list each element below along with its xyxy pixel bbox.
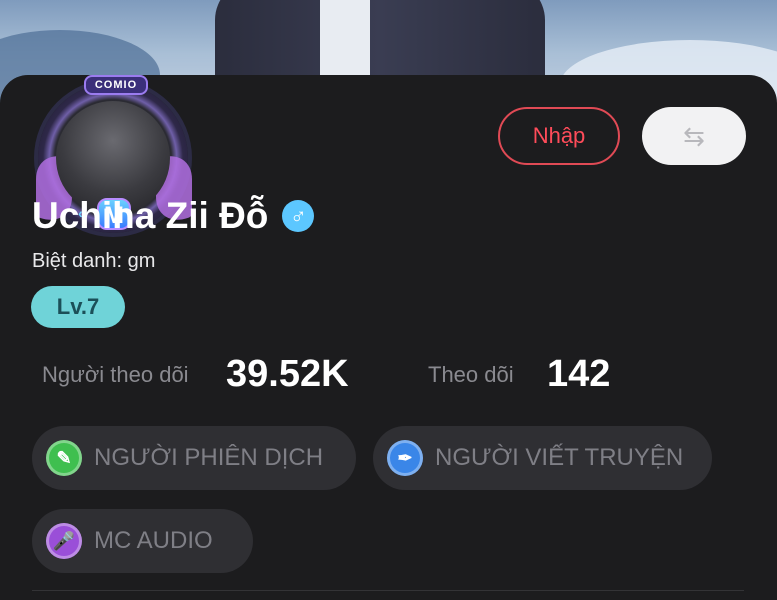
tag-translator[interactable]: ✎ NGƯỜI PHIÊN DỊCH [32, 426, 356, 490]
profile-nickname: Biệt danh: gm [32, 250, 156, 272]
profile-name-row: Uchiha Zii Đỗ ♂ [32, 195, 315, 237]
profile-name: Uchiha Zii Đỗ [32, 195, 269, 236]
following-label[interactable]: Theo dõi [428, 362, 514, 388]
profile-card: COMIO ‹‹ M Nhập ⇆ Uchiha Zii Đỗ ♂ Biệt d… [0, 75, 777, 600]
pen-nib-icon: ✒ [387, 440, 423, 476]
swap-button[interactable]: ⇆ [642, 107, 746, 165]
followers-label[interactable]: Người theo dõi [42, 362, 189, 388]
followers-count[interactable]: 39.52K [226, 353, 349, 396]
swap-icon: ⇆ [683, 121, 705, 151]
microphone-icon: 🎤 [46, 523, 82, 559]
tag-mc-audio[interactable]: 🎤 MC AUDIO [32, 509, 253, 573]
tag-writer[interactable]: ✒ NGƯỜI VIẾT TRUYỆN [373, 426, 712, 490]
tag-writer-label: NGƯỜI VIẾT TRUYỆN [435, 444, 684, 471]
section-divider [32, 590, 744, 591]
tag-translator-label: NGƯỜI PHIÊN DỊCH [94, 444, 324, 471]
tag-mc-audio-label: MC AUDIO [94, 527, 213, 554]
level-badge[interactable]: Lv.7 [31, 286, 125, 328]
quill-icon: ✎ [46, 440, 82, 476]
following-count[interactable]: 142 [547, 353, 610, 396]
avatar-frame-label: COMIO [84, 75, 148, 95]
male-gender-icon: ♂ [282, 200, 315, 232]
import-button[interactable]: Nhập [498, 107, 620, 165]
